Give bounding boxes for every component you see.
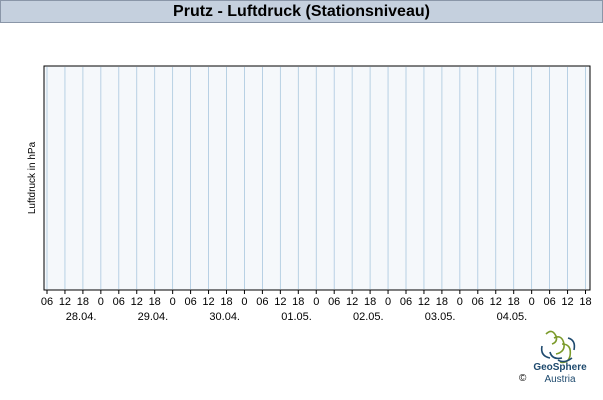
- x-tick-label: 12: [274, 296, 286, 308]
- y-axis-label: Luftdruck in hPa: [27, 141, 38, 214]
- x-tick-label: 18: [364, 296, 376, 308]
- x-date-label: 28.04.: [66, 311, 97, 323]
- x-tick-label: 12: [131, 296, 143, 308]
- x-date-label: 03.05.: [425, 311, 456, 323]
- logo-subtitle: Austria: [544, 374, 576, 385]
- x-tick-label: 18: [508, 296, 520, 308]
- x-date-label: 01.05.: [281, 311, 312, 323]
- x-tick-label: 12: [490, 296, 502, 308]
- x-tick-label: 06: [543, 296, 555, 308]
- x-tick-label: 06: [113, 296, 125, 308]
- x-date-label: 29.04.: [138, 311, 169, 323]
- chart: 06 12 18 0 06 12 18 0 06 12 18 0 06 12 18 0 06 12 18 0 06 12 1…: [27, 65, 592, 323]
- x-tick-label: 12: [561, 296, 573, 308]
- x-tick-label: 06: [400, 296, 412, 308]
- x-tick-label: 18: [77, 296, 89, 308]
- x-tick-label: 06: [184, 296, 196, 308]
- x-tick-label: 06: [41, 296, 53, 308]
- x-tick-label: 12: [346, 296, 358, 308]
- x-tick-label: 0: [170, 296, 176, 308]
- x-tick-label: 18: [436, 296, 448, 308]
- x-tick-label: 18: [149, 296, 161, 308]
- x-date-label: 04.05.: [497, 311, 528, 323]
- x-tick-label: 12: [418, 296, 430, 308]
- plot-area: [43, 65, 591, 291]
- x-tick-label: 0: [241, 296, 247, 308]
- x-tick-label: 06: [328, 296, 340, 308]
- logo-name: GeoSphere: [533, 362, 587, 373]
- x-tick-label: 18: [579, 296, 591, 308]
- x-tick-labels: 06 12 18 0 06 12 18 0 06 12 18 0 06 12 18 0 06 12 18 0 06 12 1…: [41, 296, 592, 308]
- x-date-label: 30.04.: [209, 311, 240, 323]
- x-tick-label: 12: [59, 296, 71, 308]
- x-tick-label: 06: [256, 296, 268, 308]
- x-tick-label: 06: [472, 296, 484, 308]
- x-tick-label: 0: [529, 296, 535, 308]
- x-date-labels: 28.04. 29.04. 30.04. 01.05. 02.05. 03.05. 04.0…: [66, 311, 527, 323]
- x-tick-label: 0: [98, 296, 104, 308]
- x-date-label: 02.05.: [353, 311, 384, 323]
- x-tick-label: 18: [220, 296, 232, 308]
- x-tick-label: 0: [385, 296, 391, 308]
- x-tick-label: 0: [457, 296, 463, 308]
- x-tick-label: 0: [313, 296, 319, 308]
- x-ticks: [46, 290, 586, 294]
- x-tick-label: 12: [202, 296, 214, 308]
- x-tick-label: 18: [292, 296, 304, 308]
- copyright-symbol: ©: [519, 373, 527, 384]
